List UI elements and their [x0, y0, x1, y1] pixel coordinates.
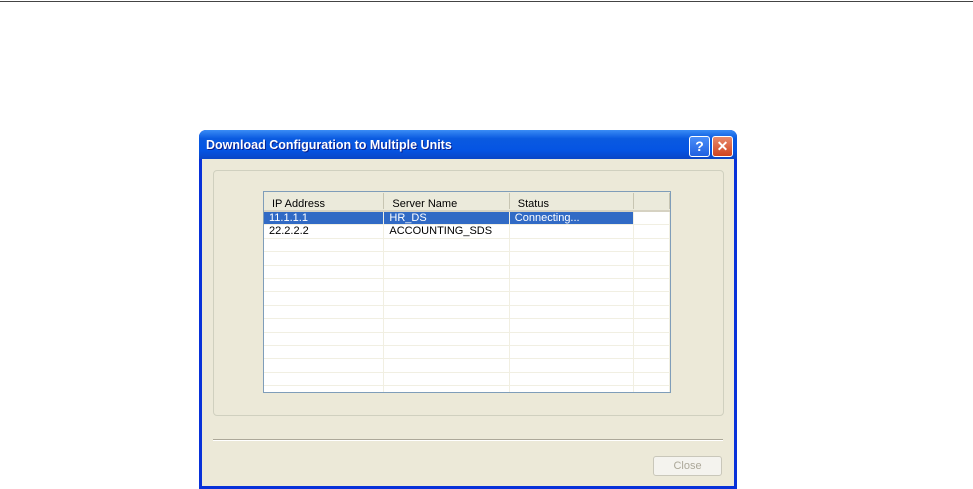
cell-ip [264, 238, 385, 252]
table-row[interactable] [264, 278, 670, 293]
cell-ip [264, 265, 385, 278]
cell-empty [634, 359, 670, 372]
cell-status [510, 292, 635, 305]
cell-server [384, 265, 510, 278]
close-button-label: Close [673, 460, 702, 472]
cell-server [384, 386, 510, 392]
cell-status [510, 319, 635, 332]
cell-server: HR_DS [384, 212, 510, 225]
cell-ip [264, 359, 385, 372]
table-row[interactable] [264, 319, 670, 333]
separator [213, 439, 723, 441]
cell-status [510, 345, 635, 359]
cell-server [384, 319, 510, 332]
cell-ip [264, 386, 385, 392]
cell-status [510, 278, 635, 292]
cell-server [384, 278, 510, 292]
cell-status [510, 386, 635, 392]
cell-ip [264, 319, 385, 332]
cell-empty [634, 305, 670, 319]
cell-empty [634, 372, 670, 386]
cell-ip [264, 345, 385, 359]
cell-empty [634, 319, 670, 332]
cell-server [384, 292, 510, 305]
cell-ip: 22.2.2.2 [264, 225, 385, 238]
table-row[interactable] [264, 386, 670, 392]
top-divider [0, 1, 973, 2]
window-title: Download Configuration to Multiple Units [206, 138, 452, 152]
cell-empty [634, 278, 670, 292]
cell-empty [634, 225, 670, 238]
column-header-ip[interactable]: IP Address [264, 193, 385, 210]
table-row[interactable] [264, 252, 670, 266]
cell-empty [634, 238, 670, 252]
cell-server [384, 332, 510, 345]
table-row[interactable] [264, 359, 670, 373]
cell-empty [634, 252, 670, 265]
cell-status [510, 225, 635, 238]
help-button[interactable]: ? [689, 136, 710, 157]
cell-server [384, 238, 510, 252]
cell-empty [634, 292, 670, 305]
table-row[interactable] [264, 292, 670, 306]
table-row[interactable]: 22.2.2.2 ACCOUNTING_SDS [264, 225, 670, 239]
table-row[interactable]: 11.1.1.1 HR_DS Connecting... [264, 212, 670, 226]
cell-server [384, 252, 510, 265]
cell-server [384, 305, 510, 319]
cell-status: Connecting... [509, 212, 635, 225]
units-list[interactable]: IP Address Server Name Status 11.1.1.1 HR… [263, 191, 671, 393]
cell-server [384, 359, 510, 372]
close-button[interactable]: Close [653, 456, 722, 476]
cell-server [384, 372, 510, 386]
cell-status [510, 332, 635, 345]
table-row[interactable] [264, 238, 670, 253]
cell-status [510, 305, 635, 319]
close-icon[interactable]: ✕ [712, 136, 733, 157]
dialog-body: IP Address Server Name Status 11.1.1.1 HR… [202, 159, 734, 486]
column-header-empty[interactable] [634, 193, 670, 209]
cell-empty [634, 265, 670, 278]
title-bar[interactable]: Download Configuration to Multiple Units… [199, 130, 737, 159]
cell-empty [634, 345, 670, 359]
cell-ip [264, 305, 385, 319]
cell-empty [634, 212, 670, 225]
column-header-server[interactable]: Server Name [384, 193, 510, 210]
list-header: IP Address Server Name Status [264, 192, 670, 212]
table-row[interactable] [264, 372, 670, 387]
cell-ip [264, 332, 385, 345]
cell-ip: 11.1.1.1 [264, 212, 385, 225]
cell-ip [264, 278, 385, 292]
cell-status [510, 238, 635, 252]
cell-status [510, 359, 635, 372]
cell-server [384, 345, 510, 359]
table-row[interactable] [264, 332, 670, 346]
cell-status [510, 372, 635, 386]
dialog-window: Download Configuration to Multiple Units… [199, 130, 737, 489]
cell-empty [634, 332, 670, 345]
cell-status [510, 265, 635, 278]
cell-ip [264, 252, 385, 265]
table-row[interactable] [264, 265, 670, 279]
column-header-status[interactable]: Status [510, 193, 635, 210]
cell-ip [264, 372, 385, 386]
cell-empty [634, 386, 670, 392]
table-row[interactable] [264, 345, 670, 360]
table-row[interactable] [264, 305, 670, 320]
cell-ip [264, 292, 385, 305]
cell-status [510, 252, 635, 265]
cell-server: ACCOUNTING_SDS [384, 225, 510, 238]
